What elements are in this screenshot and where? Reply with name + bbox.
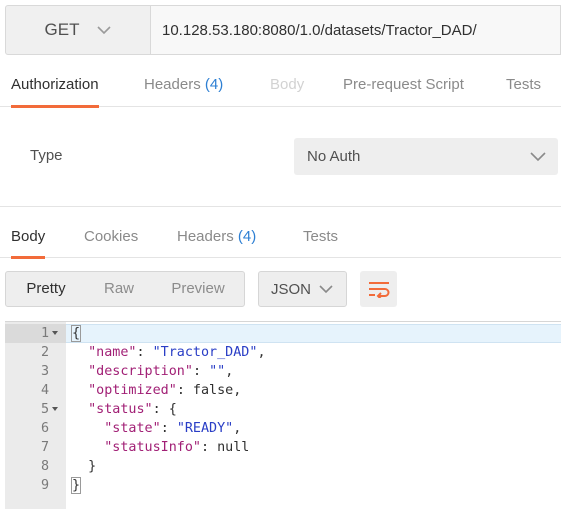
tab-response-headers[interactable]: Headers (4) bbox=[177, 216, 256, 258]
tab-tests-label: Tests bbox=[506, 76, 542, 93]
auth-type-select[interactable]: No Auth bbox=[294, 138, 558, 175]
url-text: 10.128.53.180:8080/1.0/datasets/Tractor_… bbox=[162, 21, 477, 39]
tab-headers[interactable]: Headers (4) bbox=[144, 63, 223, 107]
format-preview-button[interactable]: Preview bbox=[152, 272, 244, 306]
tab-pre-request-script[interactable]: Pre-request Script bbox=[343, 63, 464, 107]
code-text: "optimized": false, bbox=[88, 383, 242, 398]
chevron-down-icon bbox=[319, 284, 333, 293]
tab-headers-label: Headers bbox=[144, 76, 201, 93]
language-value: JSON bbox=[271, 280, 312, 298]
format-pretty-button[interactable]: Pretty bbox=[6, 272, 86, 306]
code-line: 2 "name": "Tractor_DAD", bbox=[5, 343, 561, 362]
tab-pre-request-script-label: Pre-request Script bbox=[343, 76, 464, 93]
code-line: 7 "statusInfo": null bbox=[5, 438, 561, 457]
tab-tests[interactable]: Tests bbox=[506, 63, 541, 107]
code-line: 1 { bbox=[5, 324, 561, 343]
code-text: } bbox=[72, 459, 97, 474]
line-number: 2 bbox=[40, 345, 49, 360]
response-body-viewer[interactable]: 1 { 2 "name": "Tractor_DAD", 3 "descript… bbox=[5, 321, 561, 509]
line-number: 9 bbox=[40, 478, 49, 493]
wrap-lines-button[interactable] bbox=[360, 271, 397, 307]
tab-authorization-label: Authorization bbox=[11, 76, 99, 93]
line-number: 4 bbox=[40, 383, 49, 398]
auth-type-value: No Auth bbox=[307, 148, 361, 165]
response-tabs: Body Cookies Headers (4) Tests bbox=[0, 216, 561, 259]
chevron-down-icon bbox=[97, 25, 112, 34]
tab-authorization[interactable]: Authorization bbox=[11, 63, 99, 108]
tab-cookies-label: Cookies bbox=[84, 228, 139, 245]
code-text: { bbox=[70, 325, 82, 342]
code-text: "statusInfo": null bbox=[104, 440, 250, 455]
url-input[interactable]: 10.128.53.180:8080/1.0/datasets/Tractor_… bbox=[151, 5, 561, 55]
request-bar: GET 10.128.53.180:8080/1.0/datasets/Trac… bbox=[5, 5, 561, 55]
tab-body-label: Body bbox=[270, 76, 305, 93]
tab-response-body[interactable]: Body bbox=[11, 216, 46, 259]
code-line: 9 } bbox=[5, 476, 561, 495]
code-text: "name": "Tractor_DAD", bbox=[88, 345, 266, 360]
tab-response-headers-label: Headers bbox=[177, 228, 234, 245]
code-text: "state": "READY", bbox=[104, 421, 242, 436]
code-line: 6 "state": "READY", bbox=[5, 419, 561, 438]
tab-cookies[interactable]: Cookies bbox=[84, 216, 138, 258]
fold-arrow-icon[interactable] bbox=[52, 407, 58, 411]
method-select[interactable]: GET bbox=[5, 5, 151, 55]
tab-response-body-label: Body bbox=[11, 228, 46, 245]
request-tabs: Authorization Headers (4) Body Pre-reque… bbox=[0, 63, 561, 108]
wrap-lines-icon bbox=[368, 282, 389, 298]
line-number: 7 bbox=[40, 440, 49, 455]
tab-response-tests-label: Tests bbox=[303, 228, 339, 245]
line-number: 5 bbox=[40, 402, 49, 417]
line-number: 6 bbox=[40, 421, 49, 436]
code-line: 4 "optimized": false, bbox=[5, 381, 561, 400]
format-toggle-group: Pretty Raw Preview bbox=[5, 271, 245, 307]
line-number: 1 bbox=[40, 326, 49, 341]
method-label: GET bbox=[44, 20, 80, 39]
chevron-down-icon bbox=[530, 151, 546, 161]
auth-type-label: Type bbox=[30, 147, 63, 164]
code-text: } bbox=[70, 477, 82, 494]
fold-arrow-icon[interactable] bbox=[52, 331, 58, 335]
code-line: 5 "status": { bbox=[5, 400, 561, 419]
tab-response-headers-count: (4) bbox=[237, 228, 257, 245]
code-text: "status": { bbox=[88, 402, 177, 417]
line-number: 8 bbox=[40, 459, 49, 474]
code-line: 8 } bbox=[5, 457, 561, 476]
line-number: 3 bbox=[40, 364, 49, 379]
format-raw-button[interactable]: Raw bbox=[86, 272, 152, 306]
language-select[interactable]: JSON bbox=[258, 271, 347, 307]
tab-headers-count: (4) bbox=[204, 76, 224, 93]
code-text: "description": "", bbox=[88, 364, 234, 379]
tab-body[interactable]: Body bbox=[270, 63, 304, 107]
section-divider bbox=[0, 206, 561, 207]
code-line: 3 "description": "", bbox=[5, 362, 561, 381]
tab-response-tests[interactable]: Tests bbox=[303, 216, 338, 258]
